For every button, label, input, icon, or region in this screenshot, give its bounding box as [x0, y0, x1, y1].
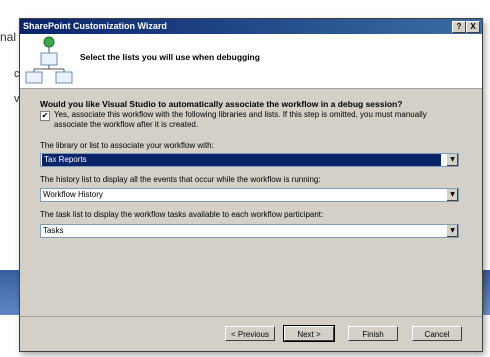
wizard-dialog: SharePoint Customization Wizard ? X Sele… [19, 18, 483, 352]
checkbox-icon[interactable]: ✔ [40, 111, 50, 121]
help-icon[interactable]: ? [452, 21, 466, 33]
task-select-value: Tasks [43, 226, 64, 235]
library-select[interactable]: Tax Reports ▼ [40, 153, 459, 167]
dropdown-arrow-icon[interactable]: ▼ [446, 189, 458, 201]
dropdown-arrow-icon[interactable]: ▼ [446, 154, 458, 166]
associate-checkbox-label[interactable]: Yes, associate this workflow with the fo… [54, 110, 454, 130]
title-bar[interactable]: SharePoint Customization Wizard ? X [20, 19, 482, 34]
workflow-icon [25, 36, 73, 84]
background-text-fragment: nal [0, 30, 17, 44]
question-heading: Would you like Visual Studio to automati… [40, 99, 403, 109]
library-label: The library or list to associate your wo… [40, 141, 214, 150]
history-select-value: Workflow History [43, 190, 103, 199]
library-select-value: Tax Reports [42, 154, 441, 166]
wizard-footer: < Previous Next > Finish Cancel [20, 316, 482, 352]
previous-button[interactable]: < Previous [225, 326, 275, 341]
window-title: SharePoint Customization Wizard [23, 21, 167, 31]
finish-button[interactable]: Finish [348, 326, 398, 341]
cancel-button[interactable]: Cancel [412, 326, 462, 341]
dropdown-arrow-icon[interactable]: ▼ [446, 225, 458, 237]
wizard-step-title: Select the lists you will use when debug… [80, 52, 260, 62]
history-select[interactable]: Workflow History ▼ [40, 188, 459, 202]
task-label: The task list to display the workflow ta… [40, 210, 324, 219]
history-label: The history list to display all the even… [40, 175, 321, 184]
next-button[interactable]: Next > [283, 325, 335, 342]
wizard-header: Select the lists you will use when debug… [20, 34, 482, 89]
task-select[interactable]: Tasks ▼ [40, 224, 459, 238]
close-icon[interactable]: X [466, 21, 480, 33]
